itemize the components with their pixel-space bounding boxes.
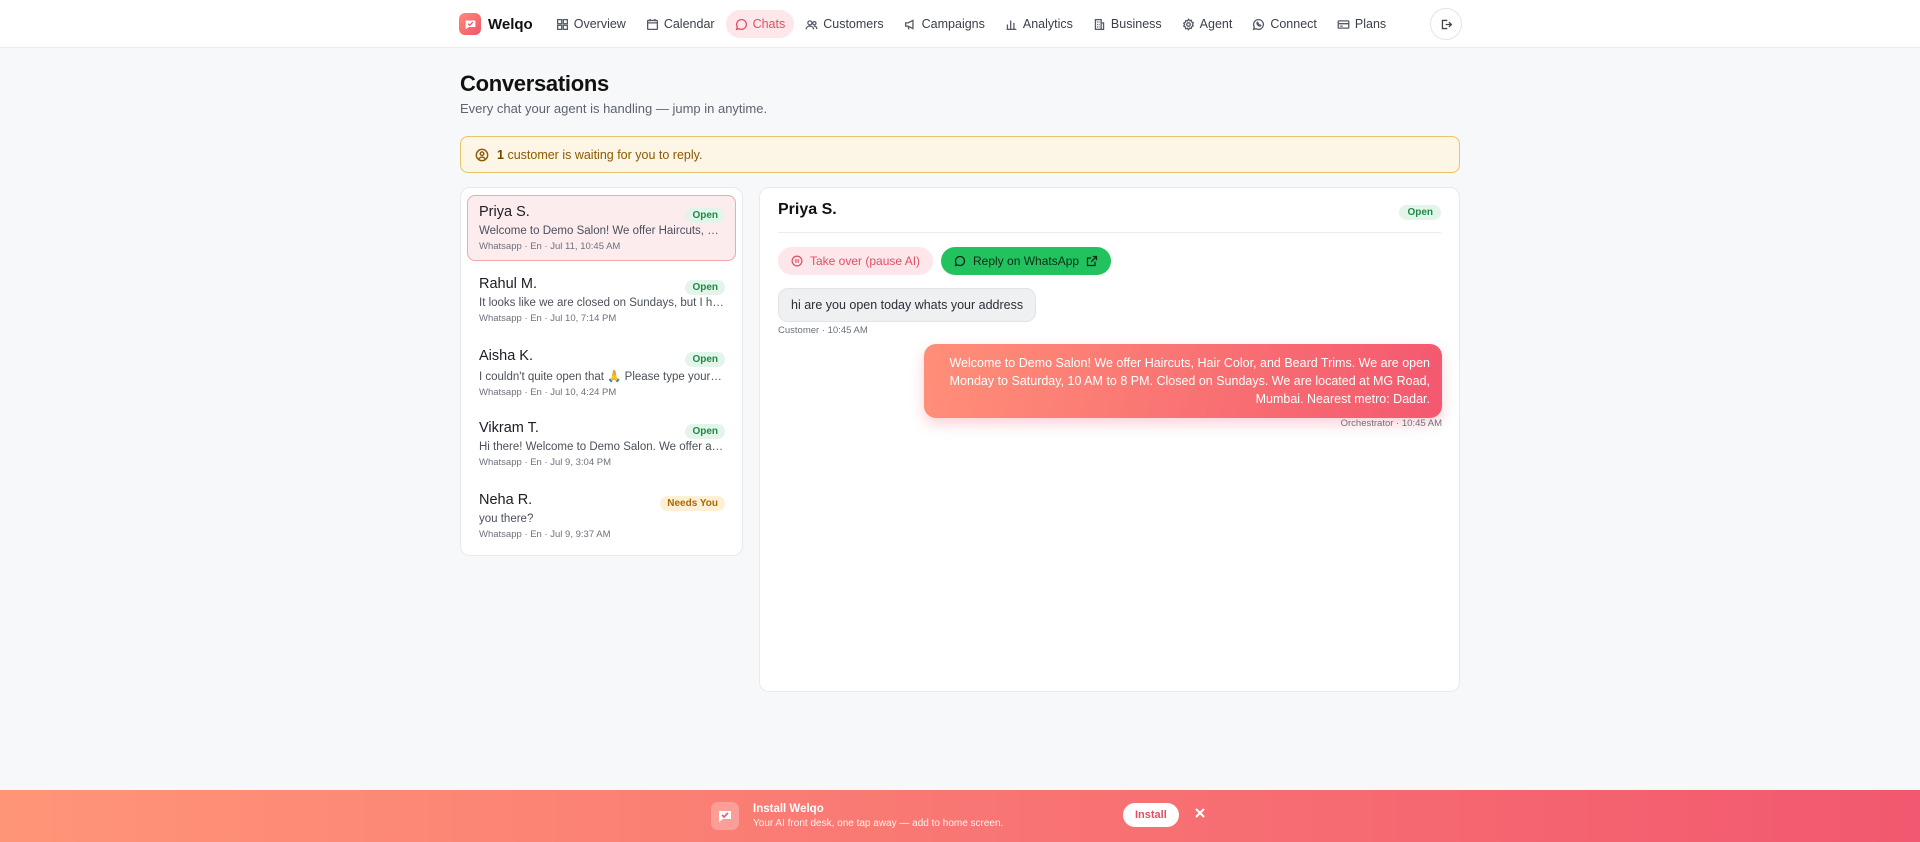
nav-item-calendar[interactable]: Calendar (637, 10, 724, 38)
nav-item-label: Overview (573, 17, 626, 31)
logout-icon (1441, 19, 1452, 29)
agent-message: Welcome to Demo Salon! We offer Haircuts… (924, 344, 1442, 418)
brand[interactable]: Welqo (459, 13, 533, 35)
conversation-meta: Whatsapp · En · Jul 11, 10:45 AM (479, 241, 621, 252)
reply-on-whatsapp-button[interactable]: Reply on WhatsApp (941, 247, 1112, 275)
nav-item-agent[interactable]: Agent (1173, 10, 1242, 38)
brand-name: Welqo (488, 15, 533, 33)
conversation-meta: Whatsapp · En · Jul 10, 4:24 PM (479, 387, 617, 398)
install-title: Install Welqo (753, 803, 824, 815)
banner-count: 1 (497, 147, 504, 162)
nav-item-label: Connect (1270, 17, 1317, 31)
install-button[interactable]: Install (1123, 803, 1179, 827)
conversation-item[interactable]: Aisha K. Open I couldn't quite open that… (467, 339, 736, 405)
customer-message: hi are you open today whats your address (778, 288, 1037, 322)
status-badge: Open (685, 280, 725, 295)
external-link-icon (1086, 255, 1098, 267)
conversation-preview: I couldn't quite open that 🙏 Please type… (479, 371, 725, 383)
nav-item-plans[interactable]: Plans (1328, 10, 1395, 38)
user-circle-icon (475, 148, 489, 161)
calendar-icon (646, 18, 658, 30)
take-over-button[interactable]: Take over (pause AI) (778, 247, 934, 275)
close-icon (1195, 808, 1205, 818)
banner-message: customer is waiting for you to reply. (507, 147, 703, 162)
nav-item-campaigns[interactable]: Campaigns (895, 10, 994, 38)
grid-icon (556, 18, 568, 30)
nav-item-label: Agent (1199, 17, 1233, 31)
status-badge: Open (685, 424, 725, 439)
page-subtitle: Every chat your agent is handling — jump… (460, 101, 768, 116)
status-badge: Open (685, 352, 725, 367)
nav-item-label: Calendar (663, 17, 715, 31)
conversation-preview: Welcome to Demo Salon! We offer Haircuts… (479, 225, 725, 237)
conversation-preview: Hi there! Welcome to Demo Salon. We offe… (479, 441, 725, 453)
users-icon (805, 19, 818, 29)
conversation-item[interactable]: Priya S. Open Welcome to Demo Salon! We … (467, 195, 736, 261)
conversation-item[interactable]: Rahul M. Open It looks like we are close… (467, 267, 736, 333)
nav-item-label: Customers (823, 17, 884, 31)
conversation-preview: It looks like we are closed on Sundays, … (479, 297, 725, 309)
conversation-meta: Whatsapp · En · Jul 10, 7:14 PM (479, 313, 617, 324)
reply-on-whatsapp-label: Reply on WhatsApp (973, 254, 1080, 268)
chat-divider (778, 232, 1441, 233)
whatsapp-icon (1253, 18, 1265, 30)
welqo-logo-icon (459, 13, 481, 35)
pause-circle-icon (791, 255, 803, 267)
close-install-button[interactable] (1193, 806, 1207, 820)
install-subtitle: Your AI front desk, one tap away — add t… (753, 818, 1004, 829)
nav-item-label: Plans (1354, 17, 1387, 31)
nav-inner: Welqo Overview Calendar Chats Customers … (459, 0, 1462, 48)
conversation-item[interactable]: Neha R. Needs You you there? Whatsapp · … (467, 483, 736, 549)
nav-item-label: Campaigns (921, 17, 985, 31)
gear-icon (1182, 17, 1194, 31)
chat-status-badge: Open (1399, 205, 1441, 220)
conversation-meta: Whatsapp · En · Jul 9, 3:04 PM (479, 457, 612, 468)
megaphone-icon (904, 18, 914, 30)
nav-item-customers[interactable]: Customers (796, 10, 892, 38)
nav-items: Overview Calendar Chats Customers Campai… (547, 10, 1395, 38)
status-badge: Open (685, 208, 725, 223)
building-icon (1094, 18, 1105, 30)
banner-text: 1 customer is waiting for you to reply. (497, 148, 702, 162)
chat-panel: Priya S. Open Take over (pause AI) Reply… (759, 187, 1460, 692)
install-banner: Install Welqo Your AI front desk, one ta… (0, 790, 1920, 842)
nav-item-analytics[interactable]: Analytics (996, 10, 1082, 38)
nav-item-label: Analytics (1022, 17, 1073, 31)
bar-chart-icon (1006, 19, 1017, 30)
conversation-item[interactable]: Vikram T. Open Hi there! Welcome to Demo… (467, 411, 736, 477)
whatsapp-icon (954, 255, 966, 267)
nav-item-label: Chats (752, 17, 786, 31)
chat-bubble-icon (735, 18, 747, 30)
status-badge: Needs You (660, 496, 725, 511)
logout-button[interactable] (1430, 8, 1462, 40)
credit-card-icon (1337, 19, 1350, 29)
nav-item-chats[interactable]: Chats (725, 10, 795, 38)
welqo-app-icon (711, 802, 739, 830)
nav-item-label: Business (1110, 17, 1162, 31)
nav-item-overview[interactable]: Overview (547, 10, 635, 38)
page-title: Conversations (460, 71, 609, 96)
agent-message-meta: Orchestrator · 10:45 AM (1340, 418, 1442, 429)
nav-item-connect[interactable]: Connect (1243, 10, 1326, 38)
conversation-meta: Whatsapp · En · Jul 9, 9:37 AM (479, 529, 611, 540)
conversation-preview: you there? (479, 513, 534, 525)
top-navigation: Welqo Overview Calendar Chats Customers … (0, 0, 1920, 48)
take-over-label: Take over (pause AI) (810, 254, 921, 268)
waiting-banner: 1 customer is waiting for you to reply. (460, 136, 1460, 173)
chat-contact-name: Priya S. (778, 201, 837, 218)
customer-message-meta: Customer · 10:45 AM (778, 325, 868, 336)
nav-item-business[interactable]: Business (1084, 10, 1171, 38)
conversation-list: Priya S. Open Welcome to Demo Salon! We … (460, 187, 743, 556)
